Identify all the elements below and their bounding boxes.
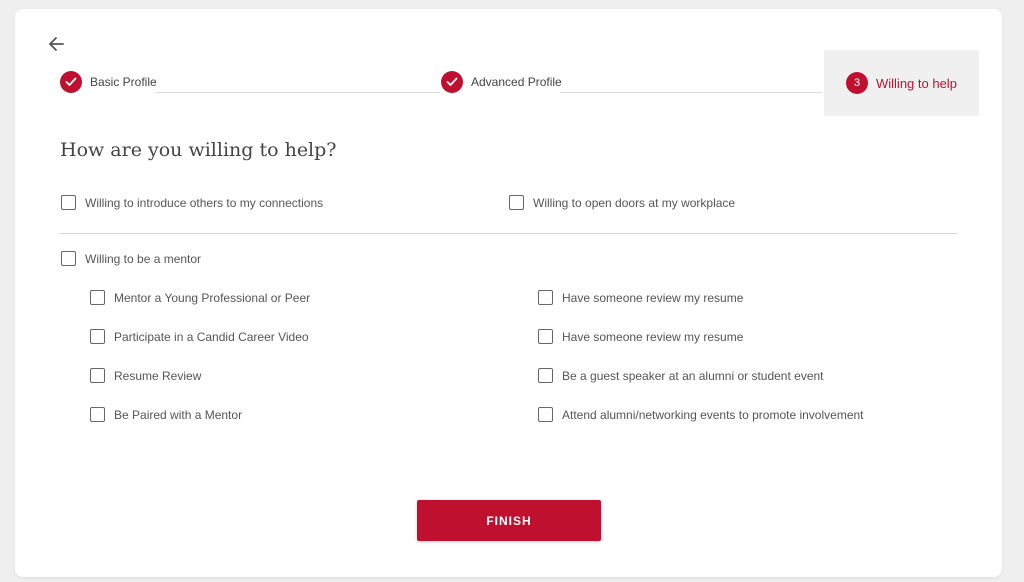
checkbox-label: Participate in a Candid Career Video [114,329,309,344]
back-button[interactable] [45,33,67,55]
checkbox-label: Willing to be a mentor [85,251,202,266]
step-label: Advanced Profile [471,75,568,89]
checkbox-networking-events[interactable]: Attend alumni/networking events to promo… [538,407,864,422]
checkbox-label: Be Paired with a Mentor [114,407,243,422]
check-icon [60,71,82,93]
stepper-connector [560,92,822,93]
checkbox-guest-speaker[interactable]: Be a guest speaker at an alumni or stude… [538,368,824,383]
arrow-left-icon [49,37,64,51]
checkbox[interactable] [538,329,553,344]
step-number: 3 [846,72,868,94]
checkbox[interactable] [61,195,76,210]
checkbox-label: Resume Review [114,368,202,383]
checkbox[interactable] [90,407,105,422]
stepper-connector [155,92,440,93]
checkbox-review-resume-1[interactable]: Have someone review my resume [538,290,743,305]
checkbox[interactable] [61,251,76,266]
step-advanced-profile[interactable]: Advanced Profile [441,70,568,94]
checkbox-label: Willing to introduce others to my connec… [85,195,324,210]
checkbox[interactable] [90,329,105,344]
finish-button[interactable]: FINISH [417,500,601,541]
step-willing-to-help[interactable]: 3 Willing to help [824,50,979,116]
check-icon [441,71,463,93]
checkbox-label: Willing to open doors at my workplace [533,195,736,210]
checkbox-label: Be a guest speaker at an alumni or stude… [562,368,824,383]
checkbox[interactable] [90,290,105,305]
checkbox-be-mentor[interactable]: Willing to be a mentor [61,251,201,266]
step-basic-profile[interactable]: Basic Profile [60,70,163,94]
checkbox-label: Attend alumni/networking events to promo… [562,407,864,422]
checkbox[interactable] [90,368,105,383]
checkbox-label: Have someone review my resume [562,290,744,305]
checkbox-resume-review[interactable]: Resume Review [90,368,201,383]
step-label: Basic Profile [90,75,163,89]
checkbox-open-doors[interactable]: Willing to open doors at my workplace [509,195,735,210]
checkbox-candid-career-video[interactable]: Participate in a Candid Career Video [90,329,309,344]
checkbox-mentor-young-professional[interactable]: Mentor a Young Professional or Peer [90,290,310,305]
page-title: How are you willing to help? [60,139,337,161]
divider [60,233,957,234]
checkbox[interactable] [538,407,553,422]
form-card: Basic Profile Advanced Profile 3 Willing… [15,9,1002,577]
checkbox-review-resume-2[interactable]: Have someone review my resume [538,329,743,344]
checkbox[interactable] [538,290,553,305]
step-label: Willing to help [876,75,957,91]
checkbox-label: Have someone review my resume [562,329,744,344]
checkbox-introduce-connections[interactable]: Willing to introduce others to my connec… [61,195,323,210]
checkbox[interactable] [538,368,553,383]
checkbox-paired-mentor[interactable]: Be Paired with a Mentor [90,407,242,422]
checkbox[interactable] [509,195,524,210]
checkbox-label: Mentor a Young Professional or Peer [114,290,311,305]
